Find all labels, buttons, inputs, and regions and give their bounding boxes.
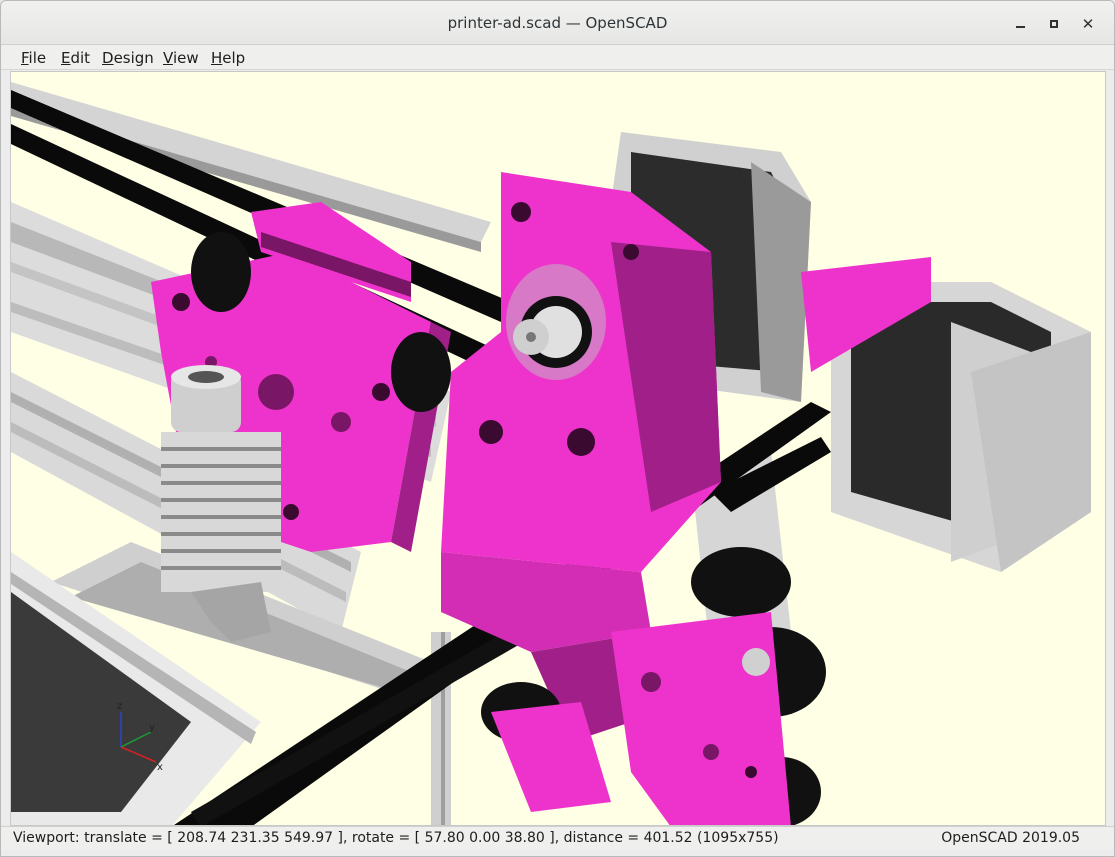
3d-viewport[interactable]: z y x bbox=[10, 71, 1106, 826]
menu-design[interactable]: Design bbox=[102, 49, 154, 67]
menu-edit[interactable]: Edit bbox=[61, 49, 90, 67]
stepper-motor-right bbox=[801, 257, 1091, 572]
axis-label-x: x bbox=[157, 762, 163, 773]
menu-help[interactable]: Help bbox=[211, 49, 245, 67]
viewport-status: Viewport: translate = [ 208.74 231.35 54… bbox=[13, 830, 779, 846]
menu-view[interactable]: View bbox=[163, 49, 199, 67]
close-button[interactable]: ✕ bbox=[1075, 11, 1101, 37]
menu-file[interactable]: File bbox=[21, 49, 46, 67]
app-window: printer-ad.scad — OpenSCAD ✕ File Edit D… bbox=[0, 0, 1115, 857]
axis-label-z: z bbox=[117, 701, 122, 712]
title-bar[interactable]: printer-ad.scad — OpenSCAD ✕ bbox=[1, 1, 1114, 45]
window-title: printer-ad.scad — OpenSCAD bbox=[447, 14, 668, 32]
minimize-icon bbox=[1015, 26, 1025, 28]
model-render: z y x bbox=[11, 82, 1091, 825]
menu-bar: File Edit Design View Help bbox=[1, 45, 1114, 70]
minimize-button[interactable] bbox=[1007, 11, 1033, 37]
maximize-button[interactable] bbox=[1041, 11, 1067, 37]
close-icon: ✕ bbox=[1081, 15, 1095, 33]
status-bar: Viewport: translate = [ 208.74 231.35 54… bbox=[1, 826, 1114, 850]
version-label: OpenSCAD 2019.05 bbox=[941, 830, 1080, 846]
maximize-icon bbox=[1050, 20, 1058, 28]
axis-label-y: y bbox=[149, 722, 155, 733]
